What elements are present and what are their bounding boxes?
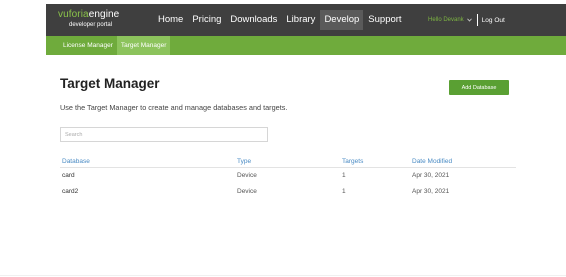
column-header-type[interactable]: Type [237, 158, 251, 165]
nav-library[interactable]: Library [282, 10, 319, 30]
database-date-modified: Apr 30, 2021 [412, 188, 450, 195]
database-type: Device [237, 188, 257, 195]
column-header-date-modified[interactable]: Date Modified [412, 158, 452, 165]
logo-subtitle: developer portal [69, 22, 113, 28]
table-row[interactable]: card Device 1 Apr 30, 2021 [60, 172, 516, 188]
database-targets-count: 1 [342, 172, 346, 179]
column-header-targets[interactable]: Targets [342, 158, 363, 165]
table-header: Database Type Targets Date Modified [60, 158, 516, 168]
logo-brand: vuforia [58, 9, 89, 20]
nav-home[interactable]: Home [154, 10, 187, 30]
nav-support[interactable]: Support [364, 10, 405, 30]
database-type: Device [237, 172, 257, 179]
column-header-database[interactable]: Database [62, 158, 90, 165]
top-nav-bar: vuforiaengine developer portal Home Pric… [46, 4, 566, 36]
page-bottom-divider [0, 275, 566, 276]
page-description: Use the Target Manager to create and man… [60, 103, 288, 112]
database-targets-count: 1 [342, 188, 346, 195]
nav-downloads[interactable]: Downloads [226, 10, 281, 30]
user-divider [476, 14, 478, 26]
search-input[interactable] [60, 127, 268, 142]
logo-product: engine [88, 9, 120, 20]
database-name-link[interactable]: card [62, 172, 75, 179]
add-database-button[interactable]: Add Database [449, 80, 509, 95]
vuforia-logo[interactable]: vuforiaengine developer portal [58, 10, 119, 29]
page: vuforiaengine developer portal Home Pric… [0, 0, 566, 277]
page-title: Target Manager [60, 76, 160, 91]
nav-pricing[interactable]: Pricing [188, 10, 225, 30]
subnav-license-manager[interactable]: License Manager [59, 36, 117, 55]
nav-develop[interactable]: Develop [320, 10, 364, 30]
main-nav: Home Pricing Downloads Library Develop S… [154, 4, 407, 36]
chevron-down-icon[interactable] [466, 18, 472, 23]
logo-wordmark: vuforiaengine [58, 10, 119, 20]
subnav-target-manager[interactable]: Target Manager [116, 36, 171, 55]
user-menu: Hello Devank Log Out [428, 4, 505, 36]
logout-link[interactable]: Log Out [482, 17, 505, 24]
user-greeting[interactable]: Hello Devank [428, 17, 464, 23]
table-row[interactable]: card2 Device 1 Apr 30, 2021 [60, 188, 516, 204]
database-name-link[interactable]: card2 [62, 188, 78, 195]
database-date-modified: Apr 30, 2021 [412, 172, 450, 179]
sub-nav-bar: License Manager Target Manager [46, 36, 566, 55]
